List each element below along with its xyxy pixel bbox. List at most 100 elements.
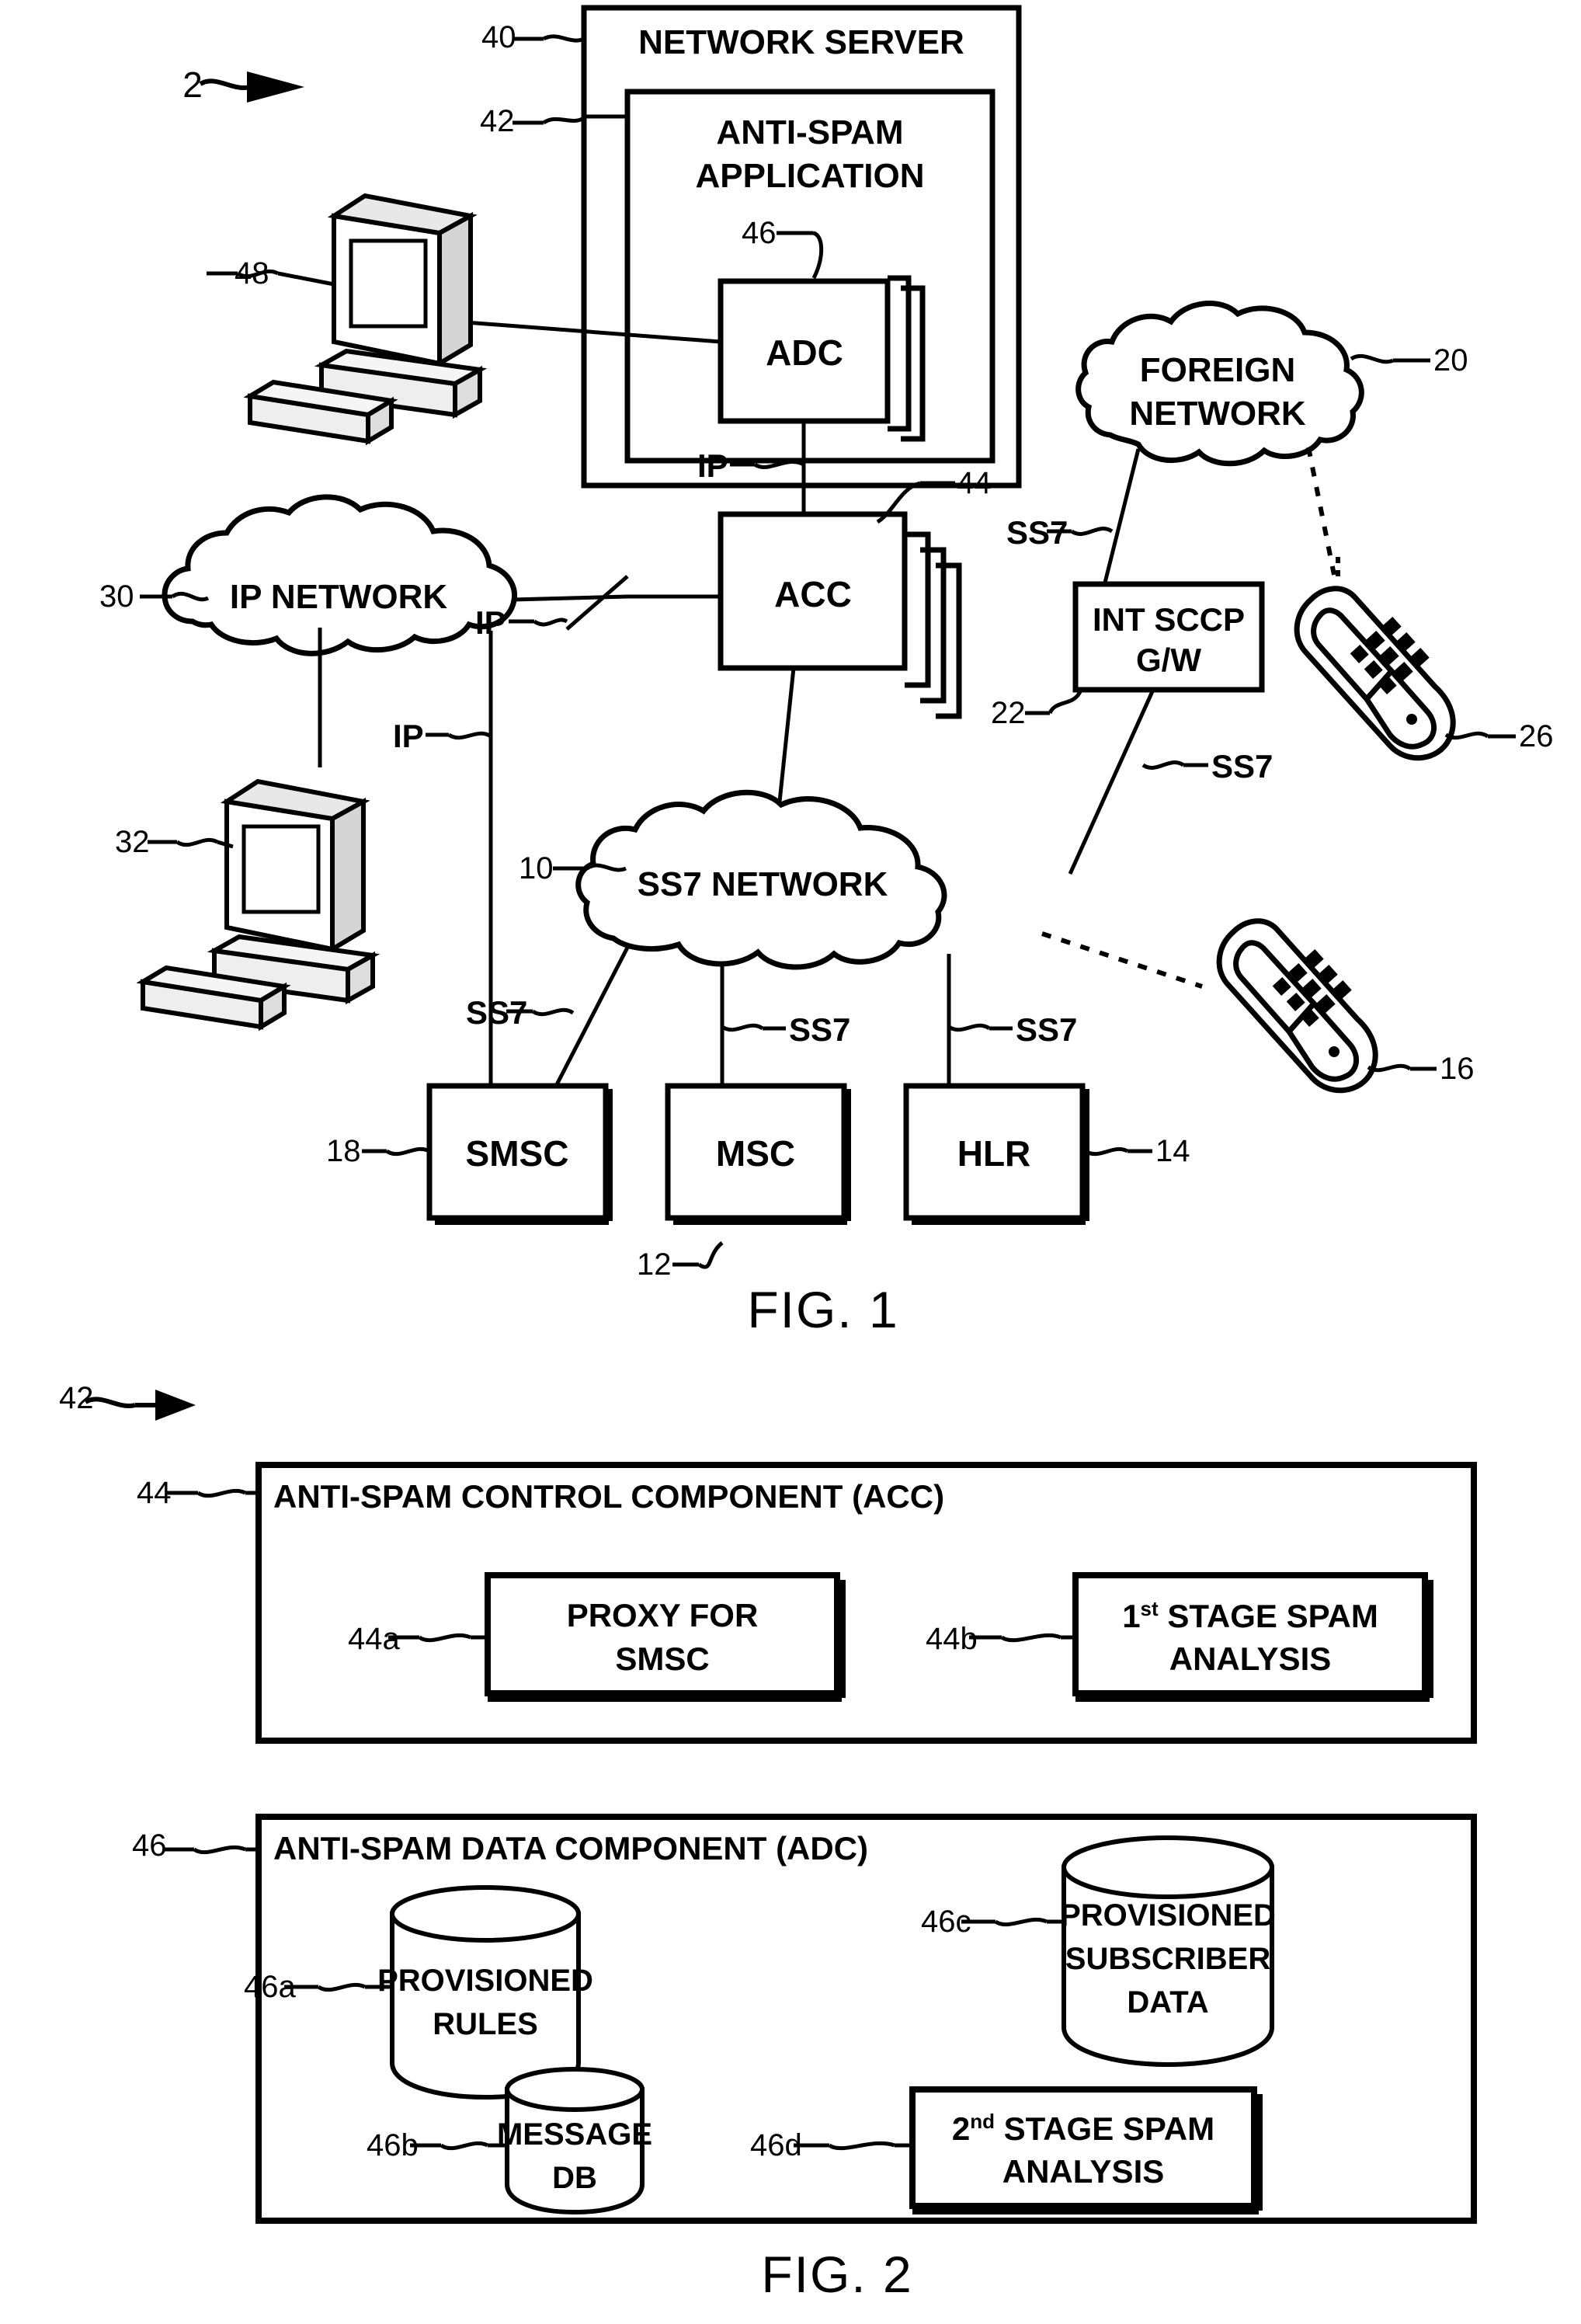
second-stage-spam-analysis-label-line2: ANALYSIS <box>1002 2153 1165 2190</box>
smsc-box-label: SMSC <box>465 1133 569 1174</box>
ref-40: 40 <box>481 20 516 54</box>
leader-42 <box>542 116 585 125</box>
provisioned-rules-label-line1: PROVISIONED <box>377 1964 593 1998</box>
ip-network-cloud-label: IP NETWORK <box>229 578 448 616</box>
ref-12: 12 <box>637 1247 672 1282</box>
second-stage-ordinal-number: 2 <box>951 2110 971 2147</box>
first-stage-text: STAGE SPAM <box>1158 1598 1378 1634</box>
figure2-caption: FIG. 2 <box>761 2246 913 2303</box>
second-stage-text: STAGE SPAM <box>994 2110 1215 2147</box>
ref-46-fig2: 46 <box>132 1828 167 1863</box>
ref-18: 18 <box>326 1134 361 1168</box>
provisioned-subscriber-data-label-line3: DATA <box>1127 1985 1209 2020</box>
mobile-phone-26-icon <box>1294 556 1456 761</box>
link-ss7-smsc <box>551 943 631 1094</box>
leader-ip-smsc <box>447 731 492 740</box>
provisioned-rules-label-line2: RULES <box>433 2007 538 2041</box>
leader-ss7-gw <box>1141 760 1185 770</box>
ref-22: 22 <box>991 696 1026 730</box>
link-label-ip-network-server: IP <box>393 718 424 754</box>
ref-46d: 46d <box>750 2128 802 2162</box>
link-label-ip-acc: IP <box>475 604 506 641</box>
foreign-network-cloud-label-line1: FOREIGN <box>1139 351 1296 389</box>
link-ss7-phone16 <box>1041 931 1203 989</box>
link-label-ss7-msc: SS7 <box>789 1011 851 1048</box>
link-gw-ss7network <box>1068 688 1155 875</box>
link-foreign-gw-ss7 <box>1099 448 1141 599</box>
ref-44b: 44b <box>926 1622 978 1656</box>
leader-ss7-foreign <box>1070 527 1114 536</box>
ss7-network-cloud-label: SS7 NETWORK <box>637 865 888 903</box>
leader-32 <box>175 837 219 847</box>
ref-30: 30 <box>99 579 134 614</box>
second-stage-spam-analysis-label-line1: 2nd STAGE SPAM <box>952 2110 1214 2148</box>
ref-20: 20 <box>1433 343 1468 377</box>
link-ip-diagonal <box>565 575 629 631</box>
ref-26: 26 <box>1519 719 1554 753</box>
workstation-32-icon <box>136 778 380 1032</box>
first-stage-spam-analysis-label-line1: 1st STAGE SPAM <box>1122 1597 1378 1635</box>
foreign-network-cloud-label-line2: NETWORK <box>1129 395 1306 433</box>
acc-stack <box>718 511 962 719</box>
link-ipcloud-server <box>512 594 628 602</box>
leader-44-fig2 <box>196 1488 247 1498</box>
mobile-phone-16-icon <box>1216 918 1378 1094</box>
fig2-ref-arrow <box>84 1397 162 1409</box>
network-server-title: NETWORK SERVER <box>638 23 964 61</box>
leader-12 <box>697 1241 724 1269</box>
leader-ss7-smsc <box>531 1007 575 1017</box>
proxy-for-smsc-label-line2: SMSC <box>615 1640 710 1677</box>
link-label-ss7-smsc: SS7 <box>466 994 528 1031</box>
leader-40 <box>542 34 585 43</box>
adc-panel-title: ANTI-SPAM DATA COMPONENT (ADC) <box>273 1830 869 1867</box>
int-sccp-gw-label-line2: G/W <box>1136 642 1201 678</box>
leader-46 <box>811 231 824 280</box>
provisioned-subscriber-data-label-line1: PROVISIONED <box>1060 1898 1276 1933</box>
second-stage-ordinal-suffix: nd <box>970 2110 995 2133</box>
anti-spam-application-title-line1: ANTI-SPAM <box>716 113 904 151</box>
leader-14 <box>1084 1146 1129 1157</box>
first-stage-ordinal-number: 1 <box>1122 1598 1141 1634</box>
fig2-ref-arrowhead <box>155 1390 196 1421</box>
link-label-ss7-hlr: SS7 <box>1016 1011 1078 1048</box>
leader-22 <box>1048 688 1083 715</box>
patent-figure-sheet: 2 NETWORK SERVER 40 ANTI-SPAM APPLICATIO… <box>0 0 1581 2324</box>
ref-2: 2 <box>182 64 203 105</box>
adc-box-label: ADC <box>766 332 843 373</box>
leader-20 <box>1350 353 1395 364</box>
ref-14: 14 <box>1155 1134 1190 1168</box>
ref-46c: 46c <box>921 1905 971 1939</box>
workstation-48-icon <box>243 193 488 446</box>
int-sccp-gw-label-line1: INT SCCP <box>1092 601 1246 638</box>
ref-42: 42 <box>480 104 515 138</box>
link-workstation48-adc <box>465 320 721 344</box>
ref-44-fig2: 44 <box>137 1476 172 1510</box>
link-label-ss7-gw: SS7 <box>1211 748 1273 785</box>
provisioned-subscriber-data-label-line2: SUBSCRIBER <box>1065 1942 1271 1976</box>
link-label-ip-adc: IP <box>697 447 728 484</box>
ref-44: 44 <box>957 466 992 500</box>
figure1-caption: FIG. 1 <box>747 1281 899 1338</box>
first-stage-spam-analysis-label-line2: ANALYSIS <box>1169 1640 1332 1677</box>
first-stage-ordinal-suffix: st <box>1140 1597 1159 1620</box>
leader-ip-acc <box>533 618 568 627</box>
ref-32: 32 <box>115 825 150 859</box>
ref-44a: 44a <box>348 1622 400 1656</box>
link-foreign-phone26 <box>1306 447 1336 576</box>
ref-46b: 46b <box>367 2128 419 2162</box>
acc-box-label: ACC <box>774 574 852 614</box>
proxy-for-smsc-label-line1: PROXY FOR <box>566 1597 759 1633</box>
leader-18 <box>385 1146 431 1157</box>
link-label-ss7-foreign: SS7 <box>1006 514 1068 551</box>
ip-network-cloud <box>162 494 517 656</box>
message-db-label-line1: MESSAGE <box>496 2117 653 2152</box>
ref-46a: 46a <box>244 1970 296 2004</box>
acc-panel-title: ANTI-SPAM CONTROL COMPONENT (ACC) <box>273 1478 945 1515</box>
ref-46: 46 <box>742 216 777 250</box>
ref-42-fig2: 42 <box>59 1381 94 1415</box>
hlr-box-label: HLR <box>957 1133 1031 1174</box>
anti-spam-application-title-line2: APPLICATION <box>695 157 925 195</box>
system-ref-arrowhead <box>247 71 304 103</box>
ref-48: 48 <box>235 256 269 290</box>
leader-46-fig2 <box>193 1845 246 1855</box>
